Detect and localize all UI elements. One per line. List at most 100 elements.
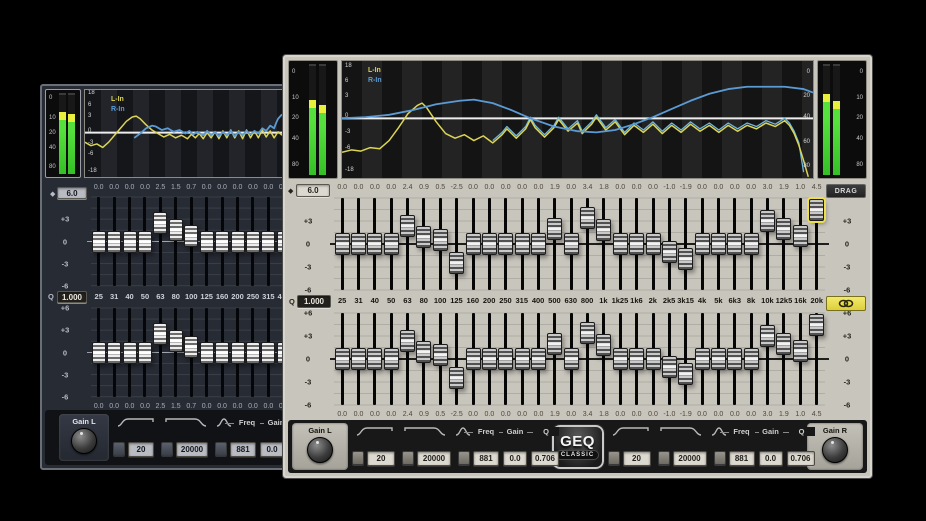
- fader-cap-25[interactable]: [92, 342, 106, 364]
- fader-cap-8k[interactable]: [744, 348, 759, 370]
- range-spinner-icon[interactable]: ◆: [288, 187, 293, 195]
- fader-cap-3k15[interactable]: [678, 363, 693, 385]
- fader-track[interactable]: [602, 198, 605, 290]
- bell-enable-button[interactable]: [215, 442, 227, 456]
- q-display[interactable]: 1.000: [297, 295, 331, 308]
- fader-cap-31[interactable]: [351, 233, 366, 255]
- fader-cap-50[interactable]: [384, 348, 399, 370]
- fader-cap-10k[interactable]: [760, 210, 775, 232]
- fader-cap-500[interactable]: [547, 333, 562, 355]
- bell-enable-button[interactable]: [458, 451, 470, 465]
- fader-cap-16k[interactable]: [793, 225, 808, 247]
- fader-cap-250[interactable]: [246, 342, 260, 364]
- hp-enable-button[interactable]: [608, 451, 620, 465]
- lp-freq-display[interactable]: 20000: [673, 451, 707, 466]
- fader-track[interactable]: [553, 313, 556, 405]
- fader-cap-6k3[interactable]: [727, 348, 742, 370]
- fader-cap-800[interactable]: [580, 207, 595, 229]
- fader-track[interactable]: [684, 313, 687, 405]
- fader-cap-630[interactable]: [564, 348, 579, 370]
- fader-cap-40[interactable]: [367, 348, 382, 370]
- fader-cap-200[interactable]: [482, 348, 497, 370]
- fader-cap-125[interactable]: [200, 342, 214, 364]
- fader-cap-100[interactable]: [184, 225, 198, 247]
- hp-freq-display[interactable]: 20: [623, 451, 651, 466]
- fader-track[interactable]: [455, 313, 458, 405]
- fader-cap-315[interactable]: [261, 231, 275, 253]
- fader-track[interactable]: [782, 198, 785, 290]
- fader-cap-6k3[interactable]: [727, 233, 742, 255]
- fader-cap-31[interactable]: [107, 342, 121, 364]
- fader-cap-5k[interactable]: [711, 348, 726, 370]
- fader-cap-12k5[interactable]: [776, 218, 791, 240]
- fader-cap-25[interactable]: [92, 231, 106, 253]
- fader-track[interactable]: [406, 198, 409, 290]
- fader-cap-31[interactable]: [107, 231, 121, 253]
- lp-enable-button[interactable]: [161, 442, 173, 456]
- fader-cap-20k[interactable]: [809, 199, 824, 221]
- bell-gain-display[interactable]: 0.0: [759, 451, 783, 466]
- fader-cap-315[interactable]: [515, 233, 530, 255]
- fader-cap-100[interactable]: [184, 336, 198, 358]
- bell-q-display[interactable]: 0.706: [787, 451, 815, 466]
- fader-track[interactable]: [174, 308, 177, 397]
- fader-cap-100[interactable]: [433, 229, 448, 251]
- gain-l-knob[interactable]: [71, 428, 97, 454]
- fader-cap-50[interactable]: [138, 231, 152, 253]
- fader-cap-63[interactable]: [153, 212, 167, 234]
- fader-cap-160[interactable]: [466, 348, 481, 370]
- hp-freq-display[interactable]: 20: [128, 442, 154, 457]
- fader-cap-40[interactable]: [367, 233, 382, 255]
- hp-enable-button[interactable]: [352, 451, 364, 465]
- bell-gain-display[interactable]: 0.0: [260, 442, 284, 457]
- fader-track[interactable]: [455, 198, 458, 290]
- fader-cap-800[interactable]: [580, 322, 595, 344]
- range-display[interactable]: 6.0: [57, 187, 87, 199]
- fader-cap-80[interactable]: [169, 219, 183, 241]
- fader-cap-40[interactable]: [123, 342, 137, 364]
- fader-cap-2k5[interactable]: [662, 241, 677, 263]
- fader-cap-63[interactable]: [153, 323, 167, 345]
- fader-cap-200[interactable]: [231, 342, 245, 364]
- fader-cap-12k5[interactable]: [776, 333, 791, 355]
- fader-cap-5k[interactable]: [711, 233, 726, 255]
- fader-cap-200[interactable]: [482, 233, 497, 255]
- lp-freq-display[interactable]: 20000: [176, 442, 208, 457]
- fader-track[interactable]: [782, 313, 785, 405]
- hp-enable-button[interactable]: [113, 442, 125, 456]
- fader-cap-20k[interactable]: [809, 314, 824, 336]
- fader-cap-400[interactable]: [531, 348, 546, 370]
- fader-track[interactable]: [174, 197, 177, 286]
- range-display[interactable]: 6.0: [296, 184, 330, 197]
- fader-cap-4k[interactable]: [695, 233, 710, 255]
- fader-cap-315[interactable]: [261, 342, 275, 364]
- fader-cap-80[interactable]: [416, 341, 431, 363]
- fader-cap-1k[interactable]: [596, 219, 611, 241]
- link-channels-button[interactable]: [826, 296, 866, 311]
- fader-cap-25[interactable]: [335, 233, 350, 255]
- fader-cap-63[interactable]: [400, 215, 415, 237]
- fader-cap-16k[interactable]: [793, 340, 808, 362]
- fader-cap-50[interactable]: [138, 342, 152, 364]
- fader-cap-250[interactable]: [498, 233, 513, 255]
- fader-cap-500[interactable]: [547, 218, 562, 240]
- fader-cap-40[interactable]: [123, 231, 137, 253]
- gain-r-knob[interactable]: [822, 437, 848, 463]
- fader-cap-200[interactable]: [231, 231, 245, 253]
- drag-button[interactable]: DRAG: [826, 184, 866, 198]
- fader-cap-125[interactable]: [449, 252, 464, 274]
- lp-freq-display[interactable]: 20000: [417, 451, 451, 466]
- fader-track[interactable]: [159, 197, 162, 286]
- bell-freq-display[interactable]: 881: [230, 442, 256, 457]
- fader-track[interactable]: [684, 198, 687, 290]
- fader-cap-8k[interactable]: [744, 233, 759, 255]
- hp-freq-display[interactable]: 20: [367, 451, 395, 466]
- fader-track[interactable]: [553, 198, 556, 290]
- fader-cap-3k15[interactable]: [678, 248, 693, 270]
- fader-cap-2k5[interactable]: [662, 356, 677, 378]
- fader-cap-250[interactable]: [246, 231, 260, 253]
- fader-cap-160[interactable]: [215, 231, 229, 253]
- fader-cap-315[interactable]: [515, 348, 530, 370]
- fader-cap-1k[interactable]: [596, 334, 611, 356]
- bell-freq-display[interactable]: 881: [729, 451, 755, 466]
